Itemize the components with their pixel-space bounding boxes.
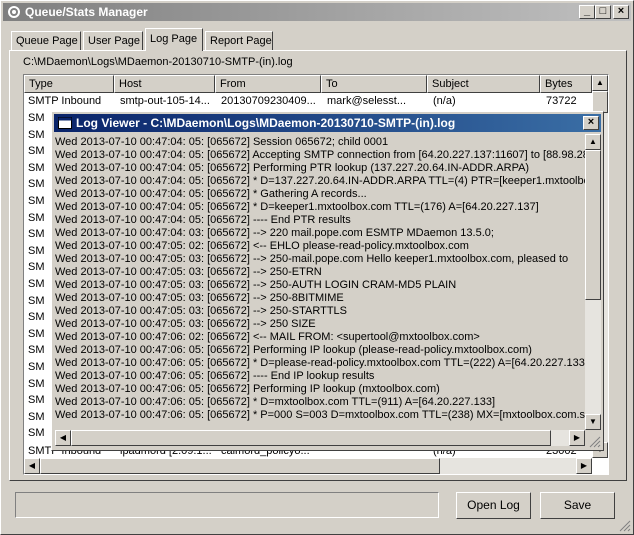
column-header-from[interactable]: From	[215, 75, 321, 93]
hscroll-thumb[interactable]	[71, 430, 551, 446]
arrow-right-icon: ▶	[580, 461, 588, 470]
window-title: Queue/Stats Manager	[25, 5, 148, 19]
scroll-left-button[interactable]: ◀	[24, 458, 40, 474]
log-line: Wed 2013-07-10 00:47:04: 03: [065672] --…	[55, 227, 494, 239]
resize-grip-icon[interactable]	[589, 436, 601, 448]
maximize-icon: □	[599, 5, 607, 17]
arrow-up-icon: ▲	[596, 78, 604, 87]
log-line: Wed 2013-07-10 00:47:06: 05: [065672] --…	[55, 370, 375, 382]
log-viewer-title-bar[interactable]: Log Viewer - C:\MDaemon\Logs\MDaemon-201…	[54, 114, 601, 132]
log-line: Wed 2013-07-10 00:47:05: 03: [065672] --…	[55, 305, 347, 317]
resize-grip-icon[interactable]	[619, 520, 631, 532]
arrow-left-icon: ◀	[59, 433, 67, 442]
close-icon: ×	[617, 5, 625, 17]
open-log-button[interactable]: Open Log	[456, 492, 531, 519]
tab-log-page[interactable]: Log Page	[145, 28, 203, 51]
log-line: Wed 2013-07-10 00:47:04: 05: [065672] --…	[55, 214, 351, 226]
scroll-up-button[interactable]: ▲	[585, 134, 601, 150]
tab-queue-page[interactable]: Queue Page	[11, 31, 81, 50]
scroll-left-button[interactable]: ◀	[55, 430, 71, 446]
arrow-left-icon: ◀	[28, 461, 36, 470]
log-viewer-window[interactable]: Log Viewer - C:\MDaemon\Logs\MDaemon-201…	[51, 111, 604, 451]
column-header-subject[interactable]: Subject	[427, 75, 540, 93]
scroll-right-button[interactable]: ▶	[576, 458, 592, 474]
log-viewer-title: Log Viewer - C:\MDaemon\Logs\MDaemon-201…	[76, 116, 456, 130]
log-line: Wed 2013-07-10 00:47:06: 05: [065672] Pe…	[55, 344, 532, 356]
log-line: Wed 2013-07-10 00:47:06: 02: [065672] <-…	[55, 331, 480, 343]
log-viewer-horizontal-scrollbar[interactable]: ◀ ▶	[55, 430, 585, 446]
log-line: Wed 2013-07-10 00:47:05: 02: [065672] <-…	[55, 240, 469, 252]
log-line: Wed 2013-07-10 00:47:04: 05: [065672] * …	[55, 201, 539, 213]
log-line: Wed 2013-07-10 00:47:06: 05: [065672] * …	[55, 409, 585, 421]
save-button[interactable]: Save	[540, 492, 615, 519]
arrow-right-icon: ▶	[573, 433, 581, 442]
log-line: Wed 2013-07-10 00:47:06: 05: [065672] * …	[55, 357, 585, 369]
log-line: Wed 2013-07-10 00:47:05: 03: [065672] --…	[55, 318, 316, 330]
maximize-button[interactable]: □	[595, 5, 611, 19]
hscroll-thumb[interactable]	[40, 458, 440, 474]
log-line: Wed 2013-07-10 00:47:05: 03: [065672] --…	[55, 279, 457, 291]
column-header-bytes[interactable]: Bytes	[540, 75, 592, 93]
log-line: Wed 2013-07-10 00:47:06: 05: [065672] * …	[55, 396, 495, 408]
log-line: Wed 2013-07-10 00:47:06: 05: [065672] Pe…	[55, 383, 440, 395]
column-header-to[interactable]: To	[321, 75, 427, 93]
title-bar[interactable]: Queue/Stats Manager _ □ ×	[3, 3, 631, 21]
minimize-icon: _	[583, 5, 591, 17]
arrow-up-icon: ▲	[589, 137, 597, 146]
column-header-host[interactable]: Host	[114, 75, 215, 93]
log-viewer-icon	[58, 117, 72, 129]
log-viewer-vertical-scrollbar[interactable]: ▲ ▼	[585, 134, 601, 430]
status-field	[15, 492, 439, 518]
log-viewer-text[interactable]: Wed 2013-07-10 00:47:04: 05: [065672] Se…	[55, 134, 585, 430]
scroll-thumb[interactable]	[585, 150, 601, 300]
scroll-up-button[interactable]: ▲	[592, 75, 608, 91]
list-header: Type Host From To Subject Bytes	[24, 75, 592, 93]
close-icon: ×	[587, 116, 595, 128]
column-header-type[interactable]: Type	[24, 75, 114, 93]
log-line: Wed 2013-07-10 00:47:04: 05: [065672] Pe…	[55, 162, 530, 174]
log-line: Wed 2013-07-10 00:47:04: 05: [065672] Ac…	[55, 149, 585, 161]
app-icon	[8, 6, 20, 18]
log-line: Wed 2013-07-10 00:47:04: 05: [065672] Se…	[55, 136, 389, 148]
log-viewer-close-button[interactable]: ×	[583, 116, 599, 130]
log-file-path: C:\MDaemon\Logs\MDaemon-20130710-SMTP-(i…	[23, 56, 293, 68]
scroll-down-button[interactable]: ▼	[585, 414, 601, 430]
log-line: Wed 2013-07-10 00:47:05: 03: [065672] --…	[55, 292, 344, 304]
log-line: Wed 2013-07-10 00:47:05: 03: [065672] --…	[55, 266, 322, 278]
log-line: Wed 2013-07-10 00:47:04: 05: [065672] * …	[55, 188, 367, 200]
minimize-button[interactable]: _	[579, 5, 595, 19]
scroll-thumb[interactable]	[592, 91, 608, 113]
tab-report-page[interactable]: Report Page	[205, 31, 273, 50]
log-line: Wed 2013-07-10 00:47:05: 03: [065672] --…	[55, 253, 569, 265]
log-line: Wed 2013-07-10 00:47:04: 05: [065672] * …	[55, 175, 585, 187]
scroll-right-button[interactable]: ▶	[569, 430, 585, 446]
close-button[interactable]: ×	[613, 5, 629, 19]
list-horizontal-scrollbar[interactable]: ◀ ▶	[24, 458, 592, 474]
table-row[interactable]: SMTP Inbound smtp-out-105-14... 20130709…	[24, 93, 592, 110]
tab-user-page[interactable]: User Page	[83, 31, 143, 50]
arrow-down-icon: ▼	[589, 417, 597, 426]
